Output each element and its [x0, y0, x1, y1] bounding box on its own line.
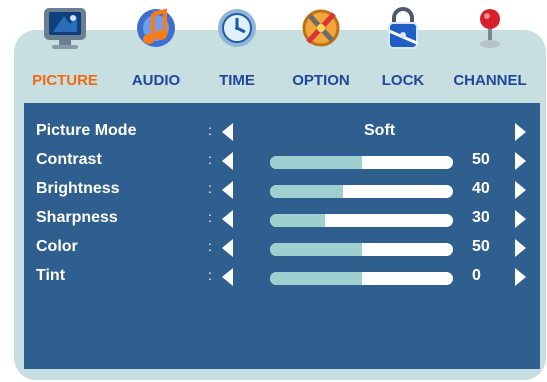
left-arrow-icon[interactable] — [222, 181, 233, 199]
right-arrow-icon[interactable] — [515, 268, 526, 286]
right-arrow-icon[interactable] — [515, 181, 526, 199]
clock-icon — [212, 4, 262, 52]
left-arrow-icon[interactable] — [222, 210, 233, 228]
picture-settings-panel: Picture Mode : Soft Contrast : 50 Bright… — [24, 103, 540, 369]
separator: : — [208, 238, 212, 254]
color-slider[interactable] — [270, 243, 453, 256]
right-arrow-icon[interactable] — [515, 210, 526, 228]
menu-tabs: PICTURE AUDIO TIME OPTION LOCK CHANNEL — [0, 0, 547, 100]
color-value: 50 — [472, 238, 490, 255]
left-arrow-icon[interactable] — [222, 239, 233, 257]
left-arrow-icon[interactable] — [222, 152, 233, 170]
tab-label-lock: LOCK — [381, 72, 425, 89]
brightness-row[interactable]: Brightness : 40 — [24, 177, 540, 205]
left-arrow-icon[interactable] — [222, 123, 233, 141]
right-arrow-icon[interactable] — [515, 239, 526, 257]
color-row[interactable]: Color : 50 — [24, 235, 540, 263]
tint-row[interactable]: Tint : 0 — [24, 264, 540, 292]
tab-time[interactable]: TIME — [200, 0, 274, 100]
separator: : — [208, 209, 212, 225]
tab-label-picture: PICTURE — [32, 72, 98, 89]
tab-picture[interactable]: PICTURE — [18, 0, 112, 100]
tab-label-audio: AUDIO — [131, 72, 181, 89]
left-arrow-icon[interactable] — [222, 268, 233, 286]
tint-value: 0 — [472, 267, 481, 284]
sharpness-label: Sharpness — [36, 209, 118, 226]
sharpness-slider-fill — [270, 214, 325, 227]
separator: : — [208, 267, 212, 283]
brightness-label: Brightness — [36, 180, 120, 197]
tab-lock[interactable]: LOCK — [368, 0, 438, 100]
music-note-icon — [131, 4, 181, 52]
separator: : — [208, 122, 212, 138]
tab-label-channel: CHANNEL — [453, 72, 527, 89]
tools-icon — [296, 4, 346, 52]
sharpness-row[interactable]: Sharpness : 30 — [24, 206, 540, 234]
sharpness-value: 30 — [472, 209, 490, 226]
separator: : — [208, 180, 212, 196]
right-arrow-icon[interactable] — [515, 123, 526, 141]
contrast-value: 50 — [472, 151, 490, 168]
tab-label-time: TIME — [219, 72, 255, 89]
tint-slider-fill — [270, 272, 362, 285]
channel-pin-icon — [465, 4, 515, 52]
contrast-row[interactable]: Contrast : 50 — [24, 148, 540, 176]
separator: : — [208, 151, 212, 167]
tab-channel[interactable]: CHANNEL — [438, 0, 542, 100]
tab-option[interactable]: OPTION — [274, 0, 368, 100]
sharpness-slider[interactable] — [270, 214, 453, 227]
contrast-slider[interactable] — [270, 156, 453, 169]
tint-label: Tint — [36, 267, 66, 284]
brightness-slider-fill — [270, 185, 344, 198]
tab-audio[interactable]: AUDIO — [112, 0, 200, 100]
tint-slider[interactable] — [270, 272, 453, 285]
brightness-slider[interactable] — [270, 185, 453, 198]
contrast-slider-fill — [270, 156, 362, 169]
picture-mode-row[interactable]: Picture Mode : Soft — [24, 119, 540, 147]
contrast-label: Contrast — [36, 151, 102, 168]
color-label: Color — [36, 238, 78, 255]
tab-label-option: OPTION — [292, 72, 350, 89]
picture-mode-label: Picture Mode — [36, 122, 137, 139]
padlock-icon — [378, 4, 428, 52]
tv-monitor-icon — [40, 4, 90, 52]
picture-mode-value: Soft — [364, 122, 396, 139]
color-slider-fill — [270, 243, 362, 256]
right-arrow-icon[interactable] — [515, 152, 526, 170]
brightness-value: 40 — [472, 180, 490, 197]
